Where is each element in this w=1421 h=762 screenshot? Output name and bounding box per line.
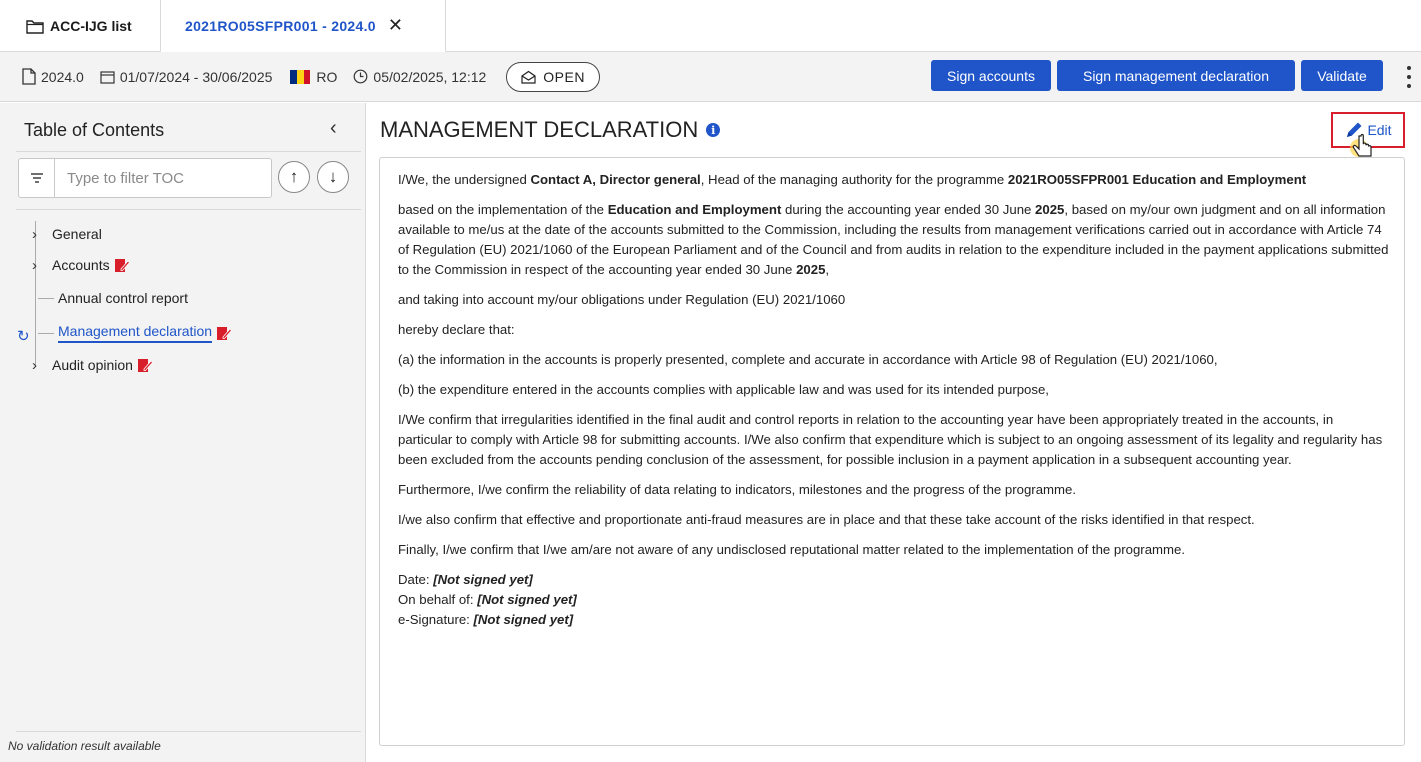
toc-filter [18, 158, 272, 198]
tab-acc-ijg-list-label: ACC-IJG list [50, 18, 132, 34]
signature-value: [Not signed yet] [473, 612, 574, 627]
arrow-up-icon[interactable]: ↑ [278, 161, 310, 193]
country-value: RO [316, 68, 338, 85]
page-title-text: MANAGEMENT DECLARATION [380, 117, 699, 142]
chevron-right-icon[interactable]: › [32, 357, 52, 374]
declaration-document: I/We, the undersigned Contact A, Directo… [379, 157, 1405, 746]
folder-icon [26, 19, 44, 34]
clock-icon [354, 69, 368, 84]
chevron-left-icon[interactable]: ‹ [330, 117, 337, 140]
declaration-paragraph: (a) the information in the accounts is p… [398, 352, 1218, 367]
toc-sidebar: Table of Contents ‹ ↑ ↓ › General › Acco… [0, 103, 366, 762]
sign-management-declaration-button[interactable]: Sign management declaration [1057, 60, 1295, 91]
tab-bar: ACC-IJG list 2021RO05SFPR001 - 2024.0 ✕ [0, 0, 1421, 53]
sign-accounts-button[interactable]: Sign accounts [931, 60, 1051, 91]
declaration-paragraph: (b) the expenditure entered in the accou… [398, 382, 1049, 397]
validate-button[interactable]: Validate [1301, 60, 1383, 91]
toc-item-accounts[interactable]: › Accounts [32, 253, 130, 277]
toc-item-management-declaration[interactable]: Management declaration [38, 321, 233, 345]
declaration-paragraph: based on the implementation of the Educa… [398, 200, 1390, 280]
tab-programme-label: 2021RO05SFPR001 - 2024.0 [185, 17, 376, 34]
signature-label: Date: [398, 572, 434, 587]
signature-value: [Not signed yet] [477, 592, 577, 607]
toc-filter-input[interactable] [55, 168, 265, 188]
toc-item-label: General [52, 226, 102, 242]
signature-icon [137, 358, 153, 373]
tab-acc-ijg-list[interactable]: ACC-IJG list [14, 0, 159, 52]
declaration-paragraph: Furthermore, I/we confirm the reliabilit… [398, 482, 1077, 497]
accounting-year: 2025 [1035, 202, 1065, 217]
declaration-paragraph: I/We confirm that irregularities identif… [398, 412, 1383, 467]
country-info: RO [290, 69, 337, 85]
status-badge: OPEN [506, 61, 600, 92]
info-icon[interactable]: i [706, 123, 721, 137]
arrow-down-icon[interactable]: ↓ [317, 161, 349, 193]
signature-label: e-Signature: [398, 612, 474, 627]
toc-item-general[interactable]: › General [32, 222, 102, 246]
toc-item-label: Accounts [52, 257, 110, 273]
calendar-icon [100, 70, 115, 84]
page-title: MANAGEMENT DECLARATION i [380, 117, 721, 143]
signature-date: Date: [Not signed yet] [398, 570, 1390, 590]
tab-programme[interactable]: 2021RO05SFPR001 - 2024.0 ✕ [160, 0, 446, 53]
programme-title: Education and Employment [607, 202, 782, 217]
signatory-name: Contact A, Director general [530, 172, 701, 187]
period-info: 01/07/2024 - 30/06/2025 [100, 68, 273, 85]
declaration-paragraph: hereby declare that: [398, 322, 515, 337]
toc-item-label: Management declaration [58, 323, 213, 343]
declaration-paragraph: I/we also confirm that effective and pro… [398, 512, 1255, 527]
tree-connector [35, 221, 36, 366]
signature-value: [Not signed yet] [433, 572, 533, 587]
version-info: 2024.0 [22, 68, 84, 85]
text-run: , [825, 262, 830, 277]
text-run: I/We, the undersigned [398, 172, 531, 187]
divider [16, 151, 361, 152]
signature-label: On behalf of: [398, 592, 478, 607]
divider [16, 731, 361, 732]
document-icon [22, 68, 36, 85]
toc-title: Table of Contents [24, 120, 165, 140]
signature-icon [216, 326, 233, 341]
programme-name: 2021RO05SFPR001 Education and Employment [1007, 172, 1307, 187]
toc-item-audit-opinion[interactable]: › Audit opinion [32, 353, 153, 377]
accounting-year: 2025 [796, 262, 826, 277]
text-run: , Head of the managing authority for the… [700, 172, 1008, 187]
kebab-menu-icon[interactable] [1402, 66, 1416, 88]
toc-item-annual-control-report[interactable]: Annual control report [38, 286, 188, 310]
period-value: 01/07/2024 - 30/06/2025 [119, 68, 273, 85]
refresh-icon: ↻ [17, 328, 30, 345]
status-label: OPEN [543, 68, 585, 85]
envelope-open-icon [521, 70, 536, 84]
close-icon[interactable]: ✕ [388, 15, 403, 36]
declaration-paragraph: Finally, I/we confirm that I/we am/are n… [398, 542, 1185, 557]
version-value: 2024.0 [41, 68, 84, 85]
toc-item-label: Audit opinion [52, 357, 133, 373]
text-run: during the accounting year ended 30 June [781, 202, 1036, 217]
toc-item-label: Annual control report [58, 290, 188, 306]
declaration-paragraph: and taking into account my/our obligatio… [398, 292, 846, 307]
chevron-right-icon[interactable]: › [32, 226, 52, 243]
timestamp-info: 05/02/2025, 12:12 [353, 69, 486, 85]
divider [16, 209, 361, 210]
validation-status-note: No validation result available [8, 739, 161, 753]
declaration-paragraph: I/We, the undersigned Contact A, Directo… [398, 170, 1390, 190]
signature-esig: e-Signature: [Not signed yet] [398, 610, 1390, 630]
chevron-right-icon[interactable]: › [32, 257, 52, 274]
timestamp-value: 05/02/2025, 12:12 [373, 68, 487, 85]
romania-flag-icon [290, 69, 311, 84]
text-run: based on the implementation of the [398, 202, 608, 217]
filter-icon[interactable] [19, 159, 55, 197]
signature-icon [114, 258, 130, 273]
signature-behalf: On behalf of: [Not signed yet] [398, 590, 1390, 610]
